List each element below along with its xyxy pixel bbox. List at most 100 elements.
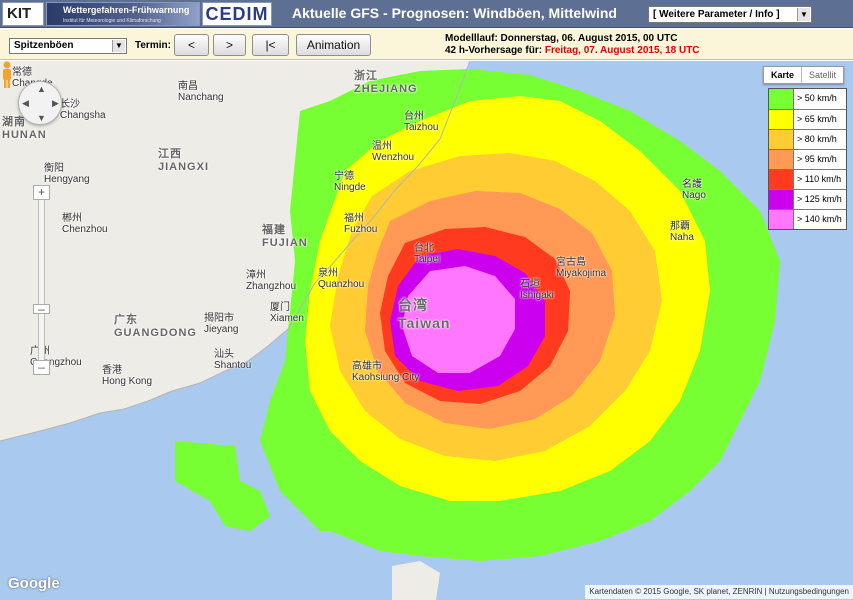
map-view[interactable]: 常德Changde 长沙Changsha 湖南HUNAN 南昌Nanchang …: [0, 61, 853, 600]
city-kaohsiung-en: Kaohsiung City: [352, 372, 420, 383]
city-nanchang-en: Nanchang: [178, 92, 224, 103]
city-naha-en: Naha: [670, 232, 694, 243]
city-hengyang: 衡阳 Hengyang: [44, 159, 90, 185]
legend-row: > 140 km/h: [769, 209, 846, 229]
city-nago: 名護 Nago: [682, 175, 706, 201]
province-zhejiang-zh: 浙江: [354, 70, 378, 82]
zoom-slider[interactable]: [38, 191, 45, 371]
gust-zone-50-west: [175, 441, 270, 531]
city-fuzhou: 福州 Fuzhou: [344, 209, 377, 235]
city-hongkong: 香港 Hong Kong: [102, 361, 152, 387]
hainan-island: [392, 561, 440, 600]
country-taiwan: 台湾 Taiwan: [398, 295, 450, 331]
province-jiangxi-en: JIANGXI: [158, 161, 210, 173]
province-guangdong-zh: 广东: [114, 314, 138, 326]
first-button[interactable]: |<: [252, 34, 289, 56]
city-nanchang-zh: 南昌: [178, 81, 198, 92]
header-bar: KIT Wettergefahren-Frühwarnung Institut …: [0, 0, 853, 28]
city-xiamen: 厦门 Xiamen: [270, 298, 304, 324]
city-naha: 那覇 Naha: [670, 217, 694, 243]
model-run-text: Modelllauf: Donnerstag, 06. August 2015,…: [445, 33, 678, 44]
terms-link[interactable]: Nutzungsbedingungen: [769, 587, 849, 596]
city-shantou-en: Shantou: [214, 360, 252, 371]
city-shantou: 汕头 Shantou: [214, 345, 251, 371]
legend-swatch: [769, 130, 794, 149]
city-ishigaki: 石垣 Ishigaki: [520, 275, 554, 301]
city-zhangzhou: 漳州 Zhangzhou: [246, 266, 296, 292]
prev-button[interactable]: <: [174, 34, 209, 56]
termin-label: Termin:: [135, 40, 171, 51]
maptype-map-button[interactable]: Karte: [764, 67, 801, 83]
city-shantou-zh: 汕头: [214, 349, 234, 360]
chevron-down-icon: ▼: [112, 40, 125, 52]
legend-row: > 125 km/h: [769, 189, 846, 209]
zoom-in-button[interactable]: +: [33, 185, 50, 200]
city-ningde-en: Ningde: [334, 182, 366, 193]
city-hongkong-en: Hong Kong: [102, 376, 153, 387]
city-jieyang-zh: 揭阳市: [204, 313, 234, 324]
legend-row: > 65 km/h: [769, 109, 846, 129]
kit-logo[interactable]: KIT: [2, 2, 44, 26]
city-chenzhou-zh: 郴州: [62, 213, 82, 224]
page-title: Aktuelle GFS - Prognosen: Windböen, Mitt…: [292, 5, 617, 21]
forecast-prefix: 42 h-Vorhersage für:: [445, 45, 543, 56]
legend-label: > 80 km/h: [797, 134, 837, 144]
legend-row: > 110 km/h: [769, 169, 846, 189]
province-guangdong-en: GUANGDONG: [114, 327, 197, 339]
city-zhangzhou-zh: 漳州: [246, 270, 266, 281]
attribution-text: Kartendaten © 2015 Google, SK planet, ZE…: [589, 587, 763, 596]
parameter-select[interactable]: [ Weitere Parameter / Info ] ▼: [648, 6, 812, 23]
city-fuzhou-en: Fuzhou: [344, 224, 378, 235]
pan-control[interactable]: ▲ ▼ ◀ ▶: [18, 81, 62, 125]
city-taizhou: 台州 Taizhou: [404, 107, 438, 133]
banner-title: Wettergefahren-Frühwarnung: [63, 5, 190, 15]
city-quanzhou-zh: 泉州: [318, 268, 338, 279]
city-ishigaki-zh: 石垣: [520, 279, 540, 290]
forecast-time: Freitag, 07. August 2015, 18 UTC: [544, 45, 700, 56]
city-taizhou-zh: 台州: [404, 111, 424, 122]
city-changsha: 长沙 Changsha: [60, 95, 106, 121]
city-ningde: 宁德 Ningde: [334, 167, 366, 193]
legend-swatch: [769, 170, 794, 189]
map-type-toggle: Karte Satellit: [763, 66, 845, 84]
chevron-down-icon: ▼: [797, 8, 810, 21]
pegman-icon[interactable]: [0, 61, 14, 89]
legend-label: > 110 km/h: [797, 174, 842, 184]
legend: > 50 km/h > 65 km/h > 80 km/h > 95 km/h > 11…: [768, 88, 847, 230]
city-hongkong-zh: 香港: [102, 365, 122, 376]
legend-label: > 65 km/h: [797, 114, 837, 124]
legend-row: > 50 km/h: [769, 89, 846, 109]
city-taipei-en: Taipei: [414, 254, 441, 265]
kit-logo-text: KIT: [7, 5, 32, 22]
field-select[interactable]: Spitzenböen ▼: [9, 38, 127, 54]
arrow-left-icon[interactable]: ◀: [22, 98, 29, 109]
legend-label: > 95 km/h: [797, 154, 837, 164]
warning-banner-logo[interactable]: Wettergefahren-Frühwarnung Institut für …: [46, 2, 200, 26]
legend-label: > 50 km/h: [797, 93, 837, 103]
arrow-up-icon[interactable]: ▲: [37, 84, 46, 94]
city-fuzhou-zh: 福州: [344, 213, 364, 224]
cedim-logo[interactable]: CEDIM: [202, 2, 272, 26]
province-fujian-zh: 福建: [262, 224, 286, 236]
legend-label: > 125 km/h: [797, 194, 842, 204]
arrow-right-icon[interactable]: ▶: [52, 98, 59, 109]
banner-subtitle: Institut für Meteorologie und Klimaforsc…: [63, 18, 161, 24]
province-fujian-en: FUJIAN: [262, 237, 308, 249]
city-xiamen-en: Xiamen: [270, 313, 304, 324]
arrow-down-icon[interactable]: ▼: [37, 113, 46, 123]
city-wenzhou-zh: 温州: [372, 141, 392, 152]
google-logo: Google: [8, 575, 60, 592]
map-attribution: Kartendaten © 2015 Google, SK planet, ZE…: [585, 585, 853, 599]
province-zhejiang: 浙江 ZHEJIANG: [354, 67, 418, 95]
province-guangdong: 广东 GUANGDONG: [114, 311, 197, 339]
city-taipei: 台北 Taipei: [414, 239, 440, 265]
zoom-out-button[interactable]: –: [33, 360, 50, 375]
next-button[interactable]: >: [213, 34, 246, 56]
city-kaohsiung-zh: 高雄市: [352, 361, 382, 372]
zoom-handle[interactable]: –: [33, 303, 50, 315]
animation-button[interactable]: Animation: [296, 34, 371, 56]
parameter-select-value: [ Weitere Parameter / Info ]: [653, 9, 780, 20]
city-xiamen-zh: 厦门: [270, 302, 290, 313]
maptype-satellite-button[interactable]: Satellit: [801, 67, 843, 83]
city-hengyang-en: Hengyang: [44, 174, 90, 185]
